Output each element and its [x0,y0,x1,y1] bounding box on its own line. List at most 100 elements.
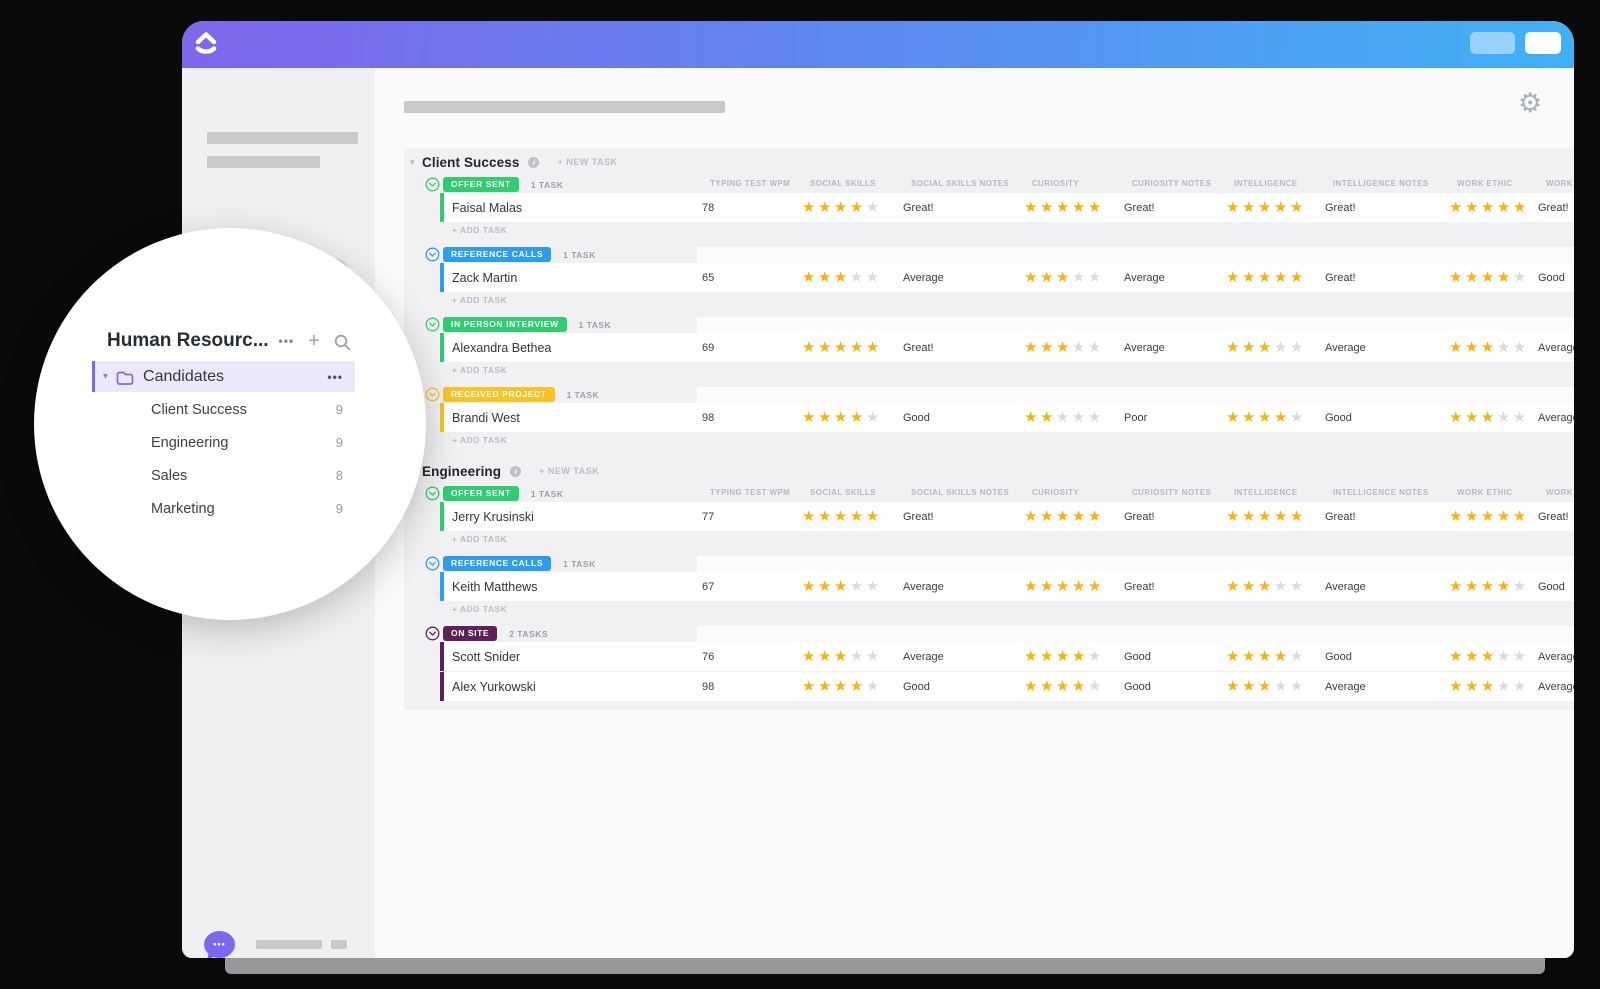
column-header[interactable]: TYPING TEST WPM [710,179,810,188]
group-collapse-icon[interactable] [425,317,440,332]
sidebar-item-marketing[interactable]: Marketing 9 [151,499,343,518]
work-ethic-rating[interactable]: ★★★★★ [1449,509,1538,524]
status-badge[interactable]: RECEIVED PROJECT [443,387,555,402]
curiosity-notes-cell[interactable]: Great! [1124,581,1226,593]
social-skills-notes-cell[interactable]: Great! [903,511,1024,523]
work-ethic-rating[interactable]: ★★★★★ [1449,679,1538,694]
typing-test-wpm-cell[interactable]: 78 [702,202,802,214]
column-header[interactable]: SOCIAL SKILLS [810,179,911,188]
social-skills-rating[interactable]: ★★★★★ [802,340,903,355]
work-ethic-rating[interactable]: ★★★★★ [1449,579,1538,594]
social-skills-rating[interactable]: ★★★★★ [802,679,903,694]
column-header[interactable]: WORK ETHIC [1457,488,1546,497]
column-header[interactable]: INTELLIGENCE NOTES [1333,488,1457,497]
task-name[interactable]: Faisal Malas [444,201,702,215]
task-row[interactable]: Alexandra Bethea 69 ★★★★★ Great! ★★★★★ Averag… [440,333,1574,362]
intelligence-rating[interactable]: ★★★★★ [1226,270,1325,285]
add-task-button[interactable]: + ADD TASK [452,295,1574,307]
column-header[interactable]: WORK ETHIC [1457,179,1546,188]
settings-gear-icon[interactable]: ⚙ [1518,90,1542,117]
group-collapse-icon[interactable] [425,486,440,501]
intelligence-notes-cell[interactable]: Average [1325,581,1449,593]
work-ethic-rating[interactable]: ★★★★★ [1449,649,1538,664]
add-task-button[interactable]: + ADD TASK [452,534,1574,546]
task-name[interactable]: Jerry Krusinski [444,510,702,524]
status-badge[interactable]: ON SITE [443,626,498,641]
add-icon[interactable]: + [308,330,320,353]
task-row[interactable]: Zack Martin 65 ★★★★★ Average ★★★★★ Average ★★★… [440,263,1574,292]
group-collapse-icon[interactable] [425,626,440,641]
social-skills-notes-cell[interactable]: Average [903,581,1024,593]
curiosity-notes-cell[interactable]: Great! [1124,202,1226,214]
social-skills-notes-cell[interactable]: Great! [903,342,1024,354]
social-skills-rating[interactable]: ★★★★★ [802,649,903,664]
work-ethic-notes-cell[interactable]: Good [1538,272,1574,284]
task-name[interactable]: Alexandra Bethea [444,341,702,355]
typing-test-wpm-cell[interactable]: 76 [702,651,802,663]
task-name[interactable]: Scott Snider [444,650,702,664]
curiosity-notes-cell[interactable]: Great! [1124,511,1226,523]
new-task-button[interactable]: + NEW TASK [557,157,617,167]
sidebar-item-engineering[interactable]: Engineering 9 [151,433,343,452]
intelligence-notes-cell[interactable]: Good [1325,412,1449,424]
curiosity-rating[interactable]: ★★★★★ [1024,579,1124,594]
task-row[interactable]: Alex Yurkowski 98 ★★★★★ Good ★★★★★ Good ★★★★★ A… [440,672,1574,701]
curiosity-notes-cell[interactable]: Good [1124,681,1226,693]
intelligence-rating[interactable]: ★★★★★ [1226,579,1325,594]
work-ethic-rating[interactable]: ★★★★★ [1449,270,1538,285]
status-badge[interactable]: OFFER SENT [443,486,519,501]
curiosity-notes-cell[interactable]: Poor [1124,412,1226,424]
curiosity-rating[interactable]: ★★★★★ [1024,340,1124,355]
group-collapse-icon[interactable] [425,177,440,192]
work-ethic-notes-cell[interactable]: Average [1538,681,1574,693]
caret-down-icon[interactable]: ▾ [103,371,108,382]
intelligence-notes-cell[interactable]: Great! [1325,202,1449,214]
social-skills-notes-cell[interactable]: Good [903,412,1024,424]
column-header[interactable]: SOCIAL SKILLS NOTES [911,488,1032,497]
curiosity-rating[interactable]: ★★★★★ [1024,410,1124,425]
status-badge[interactable]: IN PERSON INTERVIEW [443,317,567,332]
task-name[interactable]: Zack Martin [444,271,702,285]
caret-down-icon[interactable]: ▾ [410,157,422,168]
typing-test-wpm-cell[interactable]: 98 [702,412,802,424]
task-name[interactable]: Keith Matthews [444,580,702,594]
work-ethic-notes-cell[interactable]: Average [1538,651,1574,663]
sidebar-item-candidates[interactable]: ▾ Candidates ••• [92,361,355,392]
info-icon[interactable]: i [510,465,522,477]
group-collapse-icon[interactable] [425,247,440,262]
column-header[interactable]: WORK ETHIC NOTES [1546,488,1574,497]
work-ethic-rating[interactable]: ★★★★★ [1449,340,1538,355]
intelligence-notes-cell[interactable]: Good [1325,651,1449,663]
social-skills-rating[interactable]: ★★★★★ [802,509,903,524]
topbar-solid-button[interactable] [1525,32,1561,54]
task-name[interactable]: Alex Yurkowski [444,680,702,694]
add-task-button[interactable]: + ADD TASK [452,365,1574,377]
intelligence-rating[interactable]: ★★★★★ [1226,340,1325,355]
work-ethic-notes-cell[interactable]: Good [1538,581,1574,593]
sidebar-item-client-success[interactable]: Client Success 9 [151,400,343,419]
curiosity-notes-cell[interactable]: Good [1124,651,1226,663]
social-skills-rating[interactable]: ★★★★★ [802,270,903,285]
add-task-button[interactable]: + ADD TASK [452,225,1574,237]
task-row[interactable]: Brandi West 98 ★★★★★ Good ★★★★★ Poor ★★★★★ Good… [440,403,1574,432]
task-row[interactable]: Jerry Krusinski 77 ★★★★★ Great! ★★★★★ Great! ★… [440,502,1574,531]
typing-test-wpm-cell[interactable]: 65 [702,272,802,284]
topbar-ghost-button[interactable] [1470,32,1515,54]
folder-menu-icon[interactable]: ••• [327,370,343,384]
work-ethic-notes-cell[interactable]: Great! [1538,202,1574,214]
work-ethic-notes-cell[interactable]: Great! [1538,511,1574,523]
typing-test-wpm-cell[interactable]: 98 [702,681,802,693]
curiosity-rating[interactable]: ★★★★★ [1024,200,1124,215]
typing-test-wpm-cell[interactable]: 67 [702,581,802,593]
search-icon[interactable] [334,334,351,351]
clickup-logo-icon[interactable] [191,29,221,59]
curiosity-notes-cell[interactable]: Average [1124,342,1226,354]
column-header[interactable]: SOCIAL SKILLS [810,488,911,497]
work-ethic-rating[interactable]: ★★★★★ [1449,200,1538,215]
task-row[interactable]: Faisal Malas 78 ★★★★★ Great! ★★★★★ Great! ★★★★… [440,193,1574,222]
intelligence-rating[interactable]: ★★★★★ [1226,509,1325,524]
add-task-button[interactable]: + ADD TASK [452,435,1574,447]
column-header[interactable]: CURIOSITY [1032,488,1132,497]
add-task-button[interactable]: + ADD TASK [452,604,1574,616]
column-header[interactable]: INTELLIGENCE NOTES [1333,179,1457,188]
